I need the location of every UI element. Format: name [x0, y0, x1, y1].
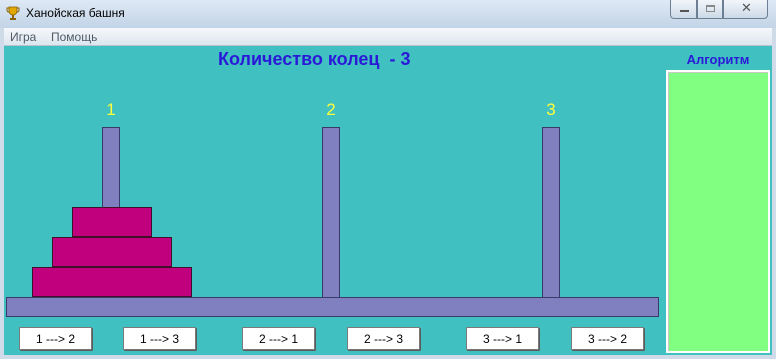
move-3-to-1-button[interactable]: 3 ---> 1	[466, 327, 539, 350]
minimize-button[interactable]	[670, 0, 697, 19]
ring-2	[52, 237, 172, 267]
game-area: Количество колец - 3 1 2 3 1 ---> 2 1 --…	[4, 46, 772, 355]
peg-label-3: 3	[546, 100, 556, 119]
minimize-icon	[680, 10, 689, 12]
move-2-to-3-button[interactable]: 2 ---> 3	[347, 327, 420, 350]
trophy-icon	[5, 5, 21, 21]
peg-label-1: 1	[106, 100, 116, 119]
close-button[interactable]: ✕	[723, 0, 768, 19]
maximize-button[interactable]	[697, 0, 723, 19]
tower-base	[6, 297, 659, 317]
menu-help[interactable]: Помощь	[51, 30, 97, 44]
menu-game[interactable]: Игра	[10, 30, 36, 44]
algorithm-panel	[666, 70, 770, 353]
menu-bar: Игра Помощь	[4, 28, 772, 46]
algorithm-title: Алгоритм	[686, 52, 750, 67]
close-icon: ✕	[741, 1, 752, 16]
title-bar: Ханойская башня ✕	[0, 0, 776, 28]
ring-3	[32, 267, 192, 297]
move-3-to-2-button[interactable]: 3 ---> 2	[571, 327, 644, 350]
move-2-to-1-button[interactable]: 2 ---> 1	[242, 327, 315, 350]
ring-1	[72, 207, 152, 237]
peg-2	[322, 127, 340, 298]
window-title: Ханойская башня	[26, 6, 125, 20]
rings-count-heading: Количество колец - 3	[218, 49, 411, 69]
peg-3	[542, 127, 560, 298]
move-1-to-2-button[interactable]: 1 ---> 2	[19, 327, 92, 350]
maximize-icon	[706, 5, 715, 12]
move-1-to-3-button[interactable]: 1 ---> 3	[123, 327, 196, 350]
peg-label-2: 2	[326, 100, 336, 119]
